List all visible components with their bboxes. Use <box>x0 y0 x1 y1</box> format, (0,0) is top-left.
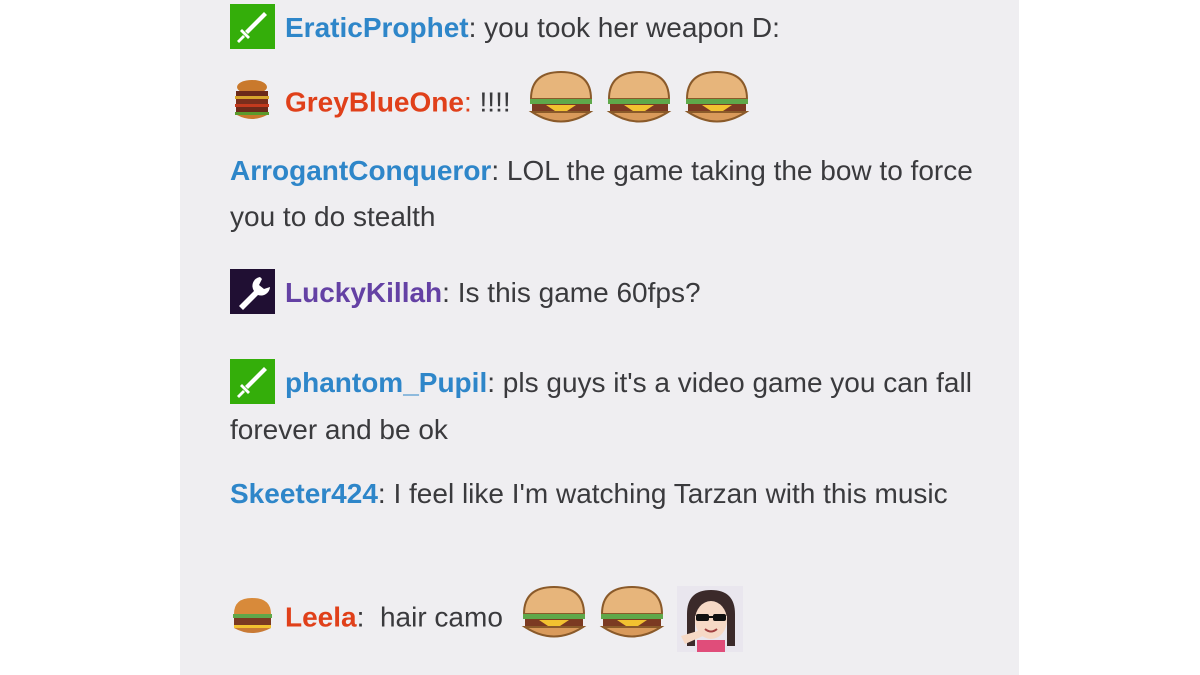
chat-separator: : <box>442 277 450 308</box>
moderator-sword-icon[interactable] <box>230 359 275 405</box>
chat-separator: : <box>487 367 496 398</box>
chat-separator: : <box>491 155 500 186</box>
chat-username[interactable]: LuckyKillah <box>285 277 442 308</box>
chat-username[interactable]: EraticProphet <box>285 12 469 43</box>
burger-emote[interactable] <box>604 69 674 131</box>
burger-emote[interactable] <box>597 584 667 646</box>
chat-username[interactable]: GreyBlueOne <box>285 86 464 117</box>
moderator-sword-icon[interactable] <box>230 4 275 50</box>
chat-message: Skeeter424: I feel like I'm watching Tar… <box>230 471 990 517</box>
chat-separator: : <box>377 478 386 509</box>
chat-message: ArrogantConqueror: LOL the game taking t… <box>230 148 990 240</box>
chat-text: you took her weapon D: <box>476 12 780 43</box>
chat-username[interactable]: phantom_Pupil <box>285 367 487 398</box>
chat-panel: EraticProphet: you took her weapon D: Gr… <box>180 0 1019 675</box>
burger-emote[interactable] <box>526 69 596 131</box>
burger-avatar-icon <box>230 594 275 639</box>
chat-message: phantom_Pupil: pls guys it's a video gam… <box>230 359 990 453</box>
chat-separator: : <box>463 86 472 118</box>
chat-text: Is this game 60fps? <box>449 277 701 308</box>
chat-username[interactable]: Leela <box>285 601 357 632</box>
chat-message: Leela: hair camo <box>230 585 990 652</box>
chat-message: EraticProphet: you took her weapon D: <box>230 4 990 52</box>
chat-username[interactable]: ArrogantConqueror <box>230 155 491 186</box>
burger-stack-avatar-icon <box>230 79 275 124</box>
chat-text: !!!! <box>471 86 511 118</box>
burger-emote[interactable] <box>519 584 589 646</box>
burger-emote[interactable] <box>682 69 752 131</box>
chat-message: LuckyKillah: Is this game 60fps? <box>230 269 990 317</box>
chat-message: GreyBlueOne: !!!! <box>230 70 990 135</box>
staff-wrench-icon[interactable] <box>230 269 275 315</box>
chat-text: I feel like I'm watching Tarzan with thi… <box>385 478 948 509</box>
chat-text: hair camo <box>364 601 503 633</box>
sunglasses-girl-emote[interactable] <box>675 584 745 652</box>
chat-username[interactable]: Skeeter424 <box>230 478 378 509</box>
